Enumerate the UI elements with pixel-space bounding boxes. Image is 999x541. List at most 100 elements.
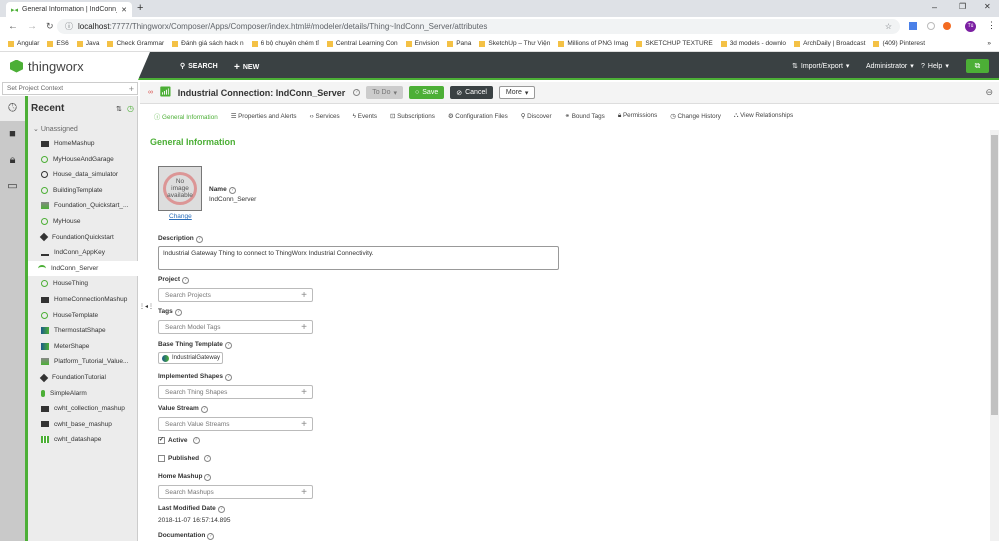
translate-icon[interactable] [909,22,917,30]
tab-item[interactable]: ⚲ Discover [521,113,552,120]
template-chip[interactable]: IndustrialGateway [158,352,223,364]
help-icon[interactable]: ? [204,455,212,462]
open-external-button[interactable]: ⧉ [966,59,989,73]
shapes-search-input[interactable]: Search Thing Shapes + [158,385,313,399]
bookmark-item[interactable]: 6 bộ chuyên chém tỉ [251,40,319,47]
project-context-select[interactable]: Set Project Context + [2,82,138,95]
restore-button[interactable]: ❐ [959,2,966,11]
tree-item[interactable]: HomeMashup [28,136,138,151]
menu-icon[interactable]: ⋮ [987,20,996,31]
help-icon[interactable]: ? [204,474,212,481]
scrollbar-thumb[interactable] [991,135,998,415]
plus-icon[interactable]: + [301,387,307,398]
plus-icon[interactable]: + [301,290,307,301]
plus-icon[interactable]: + [301,322,307,333]
save-button[interactable]: ○ Save [409,86,445,99]
tree-item[interactable]: HouseThing [28,276,138,291]
bookmark-item[interactable]: Angular [8,40,39,47]
user-menu[interactable]: Administrator ▾ [866,62,914,71]
bookmark-item[interactable]: 3d models - downlo [720,40,786,47]
tree-item[interactable]: FoundationTutorial [28,370,138,385]
bookmark-item[interactable]: (409) Pinterest [873,40,925,47]
plus-icon[interactable]: + [129,84,134,94]
bookmark-item[interactable]: Check Grammar [107,40,164,47]
value-stream-search-input[interactable]: Search Value Streams + [158,417,313,431]
help-icon[interactable]: ? [224,342,232,349]
tree-item[interactable]: HouseTemplate [28,308,138,323]
bookmark-item[interactable]: ES6 [47,40,69,47]
help-icon[interactable]: ? [217,506,225,513]
plus-icon[interactable]: + [301,419,307,430]
import-export-menu[interactable]: ⇅ Import/Export ▾ [792,62,849,71]
help-icon[interactable]: ? [225,374,233,381]
tree-item[interactable]: MyHouseAndGarage [28,152,138,167]
active-checkbox[interactable]: ✓ [158,437,165,444]
help-icon[interactable]: ? [192,437,200,444]
bookmarks-more[interactable]: » [987,40,991,47]
bookmark-item[interactable]: ArchDaily | Broadcast [794,40,865,47]
new-tab-button[interactable]: + [137,2,143,14]
bookmark-item[interactable]: Envision [405,40,439,47]
tags-search-input[interactable]: Search Model Tags + [158,320,313,334]
tree-item[interactable]: FoundationQuickstart [28,230,138,245]
close-window-button[interactable]: ✕ [984,2,991,11]
tree-item[interactable]: cwht_collection_mashup [28,401,138,416]
search-button[interactable]: ⚲ SEARCH [180,62,218,71]
tab-item[interactable]: ☰ Properties and Alerts [231,113,297,120]
tree-item[interactable]: cwht_base_mashup [28,417,138,432]
bookmark-item[interactable]: Millions of PNG Imag [558,40,628,47]
bookmark-item[interactable]: SketchUp – Thư Viện [479,40,550,47]
close-tab-icon[interactable]: ✕ [121,6,127,14]
more-button[interactable]: More ▾ [498,86,536,99]
tab-item[interactable]: ϟ Events [353,113,377,120]
tree-item[interactable]: HomeConnectionMashup [28,292,138,307]
tab-item[interactable]: ⚭ Bound Tags [565,113,605,120]
sidebar-resize-handle[interactable]: ⋮◂⋮ [139,303,154,310]
help-icon[interactable]: ? [353,89,361,96]
extension-icon[interactable] [943,22,951,30]
browser-tab[interactable]: ▸◂ General Information | IndConn_S ✕ [6,2,132,17]
tree-item[interactable]: Platform_Tutorial_Value... [28,354,138,369]
tree-item[interactable]: House_data_simulator [28,167,138,182]
recent-icon[interactable]: 🕓︎ [0,96,25,121]
tab-item[interactable]: ⊡ Subscriptions [390,113,435,120]
tab-item[interactable]: ‹› Services [310,113,340,120]
todo-button[interactable]: To Do ▾ [366,86,404,99]
tree-item[interactable]: Foundation_Quickstart_... [28,198,138,213]
tree-item[interactable]: cwht_datashape [28,432,138,447]
collapse-icon[interactable]: ⊖ [985,87,993,98]
clock-icon[interactable]: ◷ [127,104,134,113]
bookmark-item[interactable]: Central Learning Con [326,40,398,47]
tree-item[interactable]: IndConn_AppKey [28,245,138,260]
url-input[interactable]: ⓘ localhost:7777/Thingworx/Composer/Apps… [57,19,900,34]
bookmark-item[interactable]: Đánh giá sách hack n [172,40,244,47]
tree-item[interactable]: MyHouse [28,214,138,229]
lock-icon[interactable]: 🔒︎ [0,148,25,173]
project-search-input[interactable]: Search Projects + [158,288,313,302]
tab-item[interactable]: ⓘ General Information [154,112,218,121]
tab-item[interactable]: ⚙ Configuration Files [448,113,508,120]
group-unassigned[interactable]: ⌄ Unassigned [33,125,78,133]
change-image-link[interactable]: Change [169,213,192,220]
bookmark-item[interactable]: Pana [447,40,471,47]
mashup-search-input[interactable]: Search Mashups + [158,485,313,499]
folder-icon[interactable]: ■ [0,121,25,146]
logo[interactable]: thingworx [0,52,150,80]
profile-avatar[interactable]: Tú [965,21,976,32]
description-textarea[interactable]: Industrial Gateway Thing to connect to T… [158,246,559,270]
help-icon[interactable]: ? [200,406,208,413]
minimize-button[interactable]: – [932,2,937,12]
new-button[interactable]: + NEW [234,62,259,73]
bookmark-star-icon[interactable]: ☆ [885,22,892,31]
help-icon[interactable]: ? [182,277,190,284]
monitor-icon[interactable]: ▭ [0,173,25,198]
tab-item[interactable]: ⛬ View Relationships [734,112,793,120]
tree-item[interactable]: MeterShape [28,339,138,354]
cancel-button[interactable]: ⊘ Cancel [450,86,493,99]
forward-icon[interactable]: → [27,21,37,32]
tree-item[interactable]: ThermostatShape [28,323,138,338]
help-menu[interactable]: ? Help ▾ [921,62,949,71]
tab-item[interactable]: ◷ Change History [670,113,721,120]
back-icon[interactable]: ← [8,21,18,32]
help-icon[interactable]: ? [228,187,236,194]
